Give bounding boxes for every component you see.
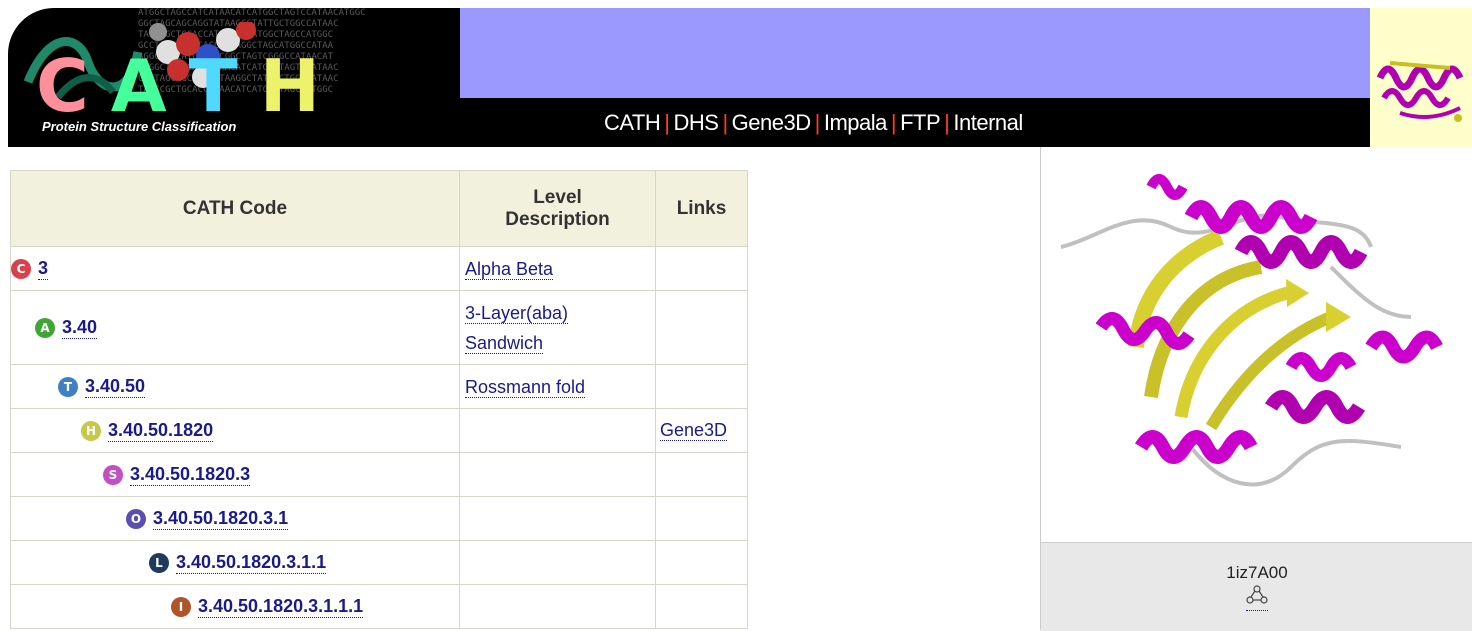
homology-level-icon: H [81, 420, 101, 441]
nav-separator: | [890, 109, 897, 135]
domain-id-label: 1iz7A00 [1226, 563, 1288, 582]
description-link[interactable]: Alpha Beta [465, 258, 554, 280]
cath-code-link[interactable]: 3.40 [62, 317, 98, 339]
structure-caption: 1iz7A00 [1041, 542, 1472, 631]
links-cell [655, 452, 748, 497]
table-row: A 3.40 3-Layer(aba) Sandwich [10, 290, 748, 365]
description-cell [459, 496, 656, 541]
logo-subtitle: Protein Structure Classification [42, 119, 237, 134]
like-level-icon: L [149, 552, 169, 573]
column-header-description-line2: Description [505, 208, 610, 230]
cath-code-link[interactable]: 3.40.50 [85, 376, 146, 398]
code-cell: H 3.40.50.1820 [10, 408, 460, 453]
cath-code-link[interactable]: 3.40.50.1820.3.1.1 [176, 552, 327, 574]
links-cell [655, 290, 748, 365]
protein-structure-image[interactable] [1041, 147, 1472, 540]
description-cell: Rossmann fold [459, 364, 656, 409]
description-cell [459, 584, 656, 629]
code-cell: A 3.40 [10, 290, 460, 365]
table-row: C 3 Alpha Beta [10, 246, 748, 291]
links-cell [655, 496, 748, 541]
topology-level-icon: T [58, 376, 78, 397]
identical-level-icon: I [171, 596, 191, 617]
description-cell [459, 408, 656, 453]
logo-letter-h: H [259, 44, 320, 128]
logo-letters: C A T H [36, 46, 320, 126]
links-cell [655, 246, 748, 291]
architecture-level-icon: A [35, 317, 55, 338]
code-cell: C 3 [10, 246, 460, 291]
protein-ribbon-icon [1060, 174, 1443, 487]
nav-link-cath[interactable]: CATH [604, 110, 661, 136]
links-cell [655, 540, 748, 585]
table-row: L 3.40.50.1820.3.1.1 [10, 540, 748, 585]
description-cell: Alpha Beta [459, 246, 656, 291]
class-level-icon: C [11, 258, 31, 279]
cath-logo[interactable]: ATGGCTAGCCATCATAACATCATGGCTAGTCCATAACATG… [8, 8, 460, 147]
links-cell: Gene3D [655, 408, 748, 453]
table-row: T 3.40.50 Rossmann fold [10, 364, 748, 409]
logo-letter-a: A [110, 44, 167, 128]
logo-letter-t: T [188, 44, 238, 128]
description-cell: 3-Layer(aba) Sandwich [459, 290, 656, 365]
nav-link-gene3d[interactable]: Gene3D [732, 110, 811, 136]
cath-code-link[interactable]: 3 [38, 258, 49, 280]
links-cell [655, 364, 748, 409]
nav-separator: | [664, 109, 670, 135]
links-cell [655, 584, 748, 629]
code-cell: L 3.40.50.1820.3.1.1 [10, 540, 460, 585]
protein-ribbon-icon [1376, 61, 1464, 122]
nav-link-internal[interactable]: Internal [953, 110, 1023, 136]
nav-separator: | [944, 109, 950, 135]
column-header-description-line1: Level [533, 186, 582, 208]
nav-separator: | [722, 109, 728, 135]
cath-code-link[interactable]: 3.40.50.1820.3 [130, 464, 251, 486]
table-row: I 3.40.50.1820.3.1.1.1 [10, 584, 748, 629]
protein-thumbnail [1370, 8, 1472, 147]
cath-code-link[interactable]: 3.40.50.1820.3.1.1.1 [198, 596, 364, 618]
cath-code-link[interactable]: 3.40.50.1820 [108, 420, 214, 442]
top-nav: CATH | DHS | Gene3D | Impala | FTP | Int… [440, 98, 1370, 147]
table-row: S 3.40.50.1820.3 [10, 452, 748, 497]
banner-stripe [440, 8, 1370, 98]
description-link[interactable]: 3-Layer(aba) [465, 302, 569, 324]
table-row: H 3.40.50.1820 Gene3D [10, 408, 748, 453]
nav-link-impala[interactable]: Impala [824, 110, 888, 136]
nav-separator: | [814, 109, 821, 135]
cath-hierarchy-table: CATH Code Level Description Links C 3 Al… [10, 170, 748, 629]
column-header-links: Links [655, 170, 748, 247]
sequence-family-level-icon: S [103, 464, 123, 485]
description-link[interactable]: Rossmann fold [465, 376, 586, 398]
description-link-line2[interactable]: Sandwich [465, 332, 544, 354]
description-cell [459, 540, 656, 585]
molecule-icon[interactable] [1246, 585, 1268, 611]
table-row: O 3.40.50.1820.3.1 [10, 496, 748, 541]
table-header-row: CATH Code Level Description Links [10, 170, 748, 247]
code-cell: T 3.40.50 [10, 364, 460, 409]
orthologous-level-icon: O [126, 508, 146, 529]
cath-code-link[interactable]: 3.40.50.1820.3.1 [153, 508, 289, 530]
code-cell: I 3.40.50.1820.3.1.1.1 [10, 584, 460, 629]
code-cell: O 3.40.50.1820.3.1 [10, 496, 460, 541]
nav-link-ftp[interactable]: FTP [900, 110, 941, 136]
description-cell [459, 452, 656, 497]
column-header-description: Level Description [459, 170, 656, 247]
column-header-code: CATH Code [10, 170, 460, 247]
nav-link-dhs[interactable]: DHS [673, 110, 718, 136]
code-cell: S 3.40.50.1820.3 [10, 452, 460, 497]
site-banner: ATGGCTAGCCATCATAACATCATGGCTAGTCCATAACATG… [0, 0, 1472, 147]
gene3d-link[interactable]: Gene3D [660, 420, 728, 441]
logo-letter-c: C [36, 44, 89, 128]
structure-panel: 1iz7A00 [1040, 147, 1472, 631]
